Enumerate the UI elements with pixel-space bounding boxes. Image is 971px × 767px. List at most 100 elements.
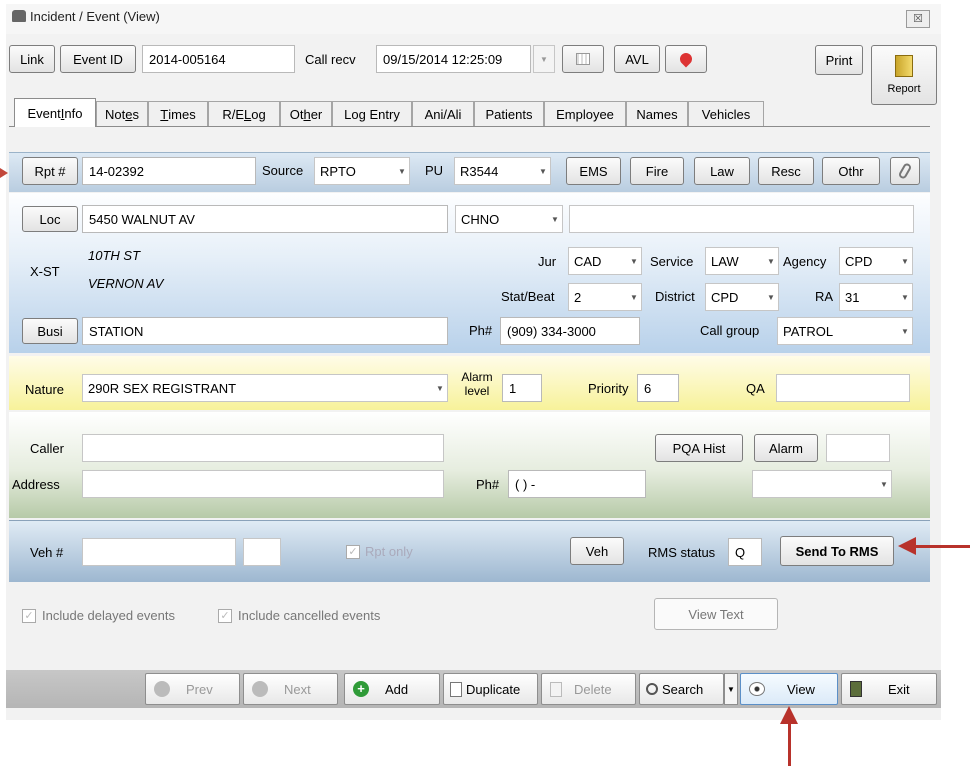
tab-notes[interactable]: Not e s [96,101,148,126]
tab-strip-line [9,126,930,127]
address-field[interactable] [82,470,444,498]
eye-icon [749,682,765,696]
event-id-field[interactable]: 2014-005164 [142,45,295,73]
next-button[interactable]: Next [243,673,338,705]
caller-phone-label: Ph# [476,477,500,492]
report-label: Report [887,83,921,95]
district-select[interactable]: CPD ▼ [705,283,779,311]
veh-button[interactable]: Veh [570,537,624,565]
event-id-button[interactable]: Event ID [60,45,136,73]
xst-label: X-ST [30,264,60,279]
tab-names[interactable]: Names [626,101,688,126]
pu-label: PU [425,163,444,178]
ra-select[interactable]: 31 ▼ [839,283,913,311]
chevron-down-icon: ▼ [539,166,547,176]
exit-door-icon [850,681,862,697]
view-button[interactable]: View [740,673,838,705]
tab-re-log[interactable]: R/E Log [208,101,280,126]
fire-button[interactable]: Fire [630,157,684,185]
source-select[interactable]: RPTO ▼ [314,157,410,185]
delete-button[interactable]: Delete [541,673,636,705]
alarm-level-field[interactable]: 1 [502,374,542,402]
tab-times[interactable]: Times [148,101,208,126]
search-dropdown-button[interactable]: ▼ [724,673,738,705]
view-text-button[interactable]: View Text [654,598,778,630]
phone-field[interactable]: (909) 334-3000 [500,317,640,345]
district-label: District [655,289,695,304]
map-pin-icon [677,50,695,68]
alarm-field[interactable] [826,434,890,462]
include-cancelled-checkbox[interactable]: ✓ Include cancelled events [218,608,380,623]
address-label: Address [12,477,60,492]
caller-field[interactable] [82,434,444,462]
pu-select[interactable]: R3544 ▼ [454,157,551,185]
caller-label: Caller [30,441,64,456]
qa-field[interactable] [776,374,910,402]
tab-log-entry[interactable]: Log Entry [332,101,412,126]
tab-event-info[interactable]: Event Info [14,98,96,127]
priority-field[interactable]: 6 [637,374,679,402]
search-button[interactable]: Search [639,673,724,705]
veh-number-field[interactable] [82,538,236,566]
statbeat-select[interactable]: 2 ▼ [568,283,642,311]
priority-label: Priority [588,381,629,396]
chevron-down-icon: ▼ [551,214,559,224]
veh-extra-field[interactable] [243,538,281,566]
annotation-arrow-send-rms-shaft [914,545,970,548]
chevron-down-icon: ▼ [436,383,444,393]
city-select[interactable]: CHNO ▼ [455,205,563,233]
location-extra-field[interactable] [569,205,914,233]
rpt-only-checkbox[interactable]: ✓ Rpt only [346,544,413,559]
avl-button[interactable]: AVL [614,45,660,73]
location-field[interactable]: 5450 WALNUT AV [82,205,448,233]
link-button[interactable]: Link [9,45,55,73]
search-icon [646,683,658,695]
tab-ani-ali[interactable]: Ani/Ali [412,101,474,126]
send-to-rms-button[interactable]: Send To RMS [780,536,894,566]
print-button[interactable]: Print [815,45,863,75]
rpt-number-field[interactable]: 14-02392 [82,157,256,185]
duplicate-button[interactable]: Duplicate [443,673,538,705]
nature-select[interactable]: 290R SEX REGISTRANT ▼ [82,374,448,402]
call-recv-field[interactable]: 09/15/2014 12:25:09 [376,45,531,73]
annotation-arrow-view-shaft [788,722,791,766]
tab-other[interactable]: Ot h er [280,101,332,126]
ra-label: RA [815,289,834,304]
caller-extra-select[interactable]: ▼ [752,470,892,498]
call-recv-dropdown-arrow[interactable]: ▼ [533,45,555,73]
close-button[interactable]: ☒ [906,10,930,28]
report-button[interactable]: Report [871,45,937,105]
attachment-button[interactable] [890,157,920,185]
add-button[interactable]: + Add [344,673,440,705]
loc-button[interactable]: Loc [22,206,78,232]
prev-button[interactable]: Prev [145,673,240,705]
ems-button[interactable]: EMS [566,157,621,185]
calendar-icon [576,53,590,65]
service-select[interactable]: LAW ▼ [705,247,779,275]
law-button[interactable]: Law [694,157,750,185]
othr-button[interactable]: Othr [822,157,880,185]
include-delayed-checkbox[interactable]: ✓ Include delayed events [22,608,175,623]
jur-label: Jur [538,254,557,269]
tab-employee[interactable]: Employee [544,101,626,126]
busi-button[interactable]: Busi [22,318,78,344]
alarm-button[interactable]: Alarm [754,434,818,462]
jur-select[interactable]: CAD ▼ [568,247,642,275]
rms-status-field[interactable]: Q [728,538,762,566]
caller-phone-field[interactable]: ( ) - [508,470,646,498]
pqa-hist-button[interactable]: PQA Hist [655,434,743,462]
chevron-down-icon: ▼ [901,326,909,336]
call-group-label: Call group [700,323,760,338]
map-pin-button[interactable] [665,45,707,73]
rpt-number-button[interactable]: Rpt # [22,157,78,185]
agency-select[interactable]: CPD ▼ [839,247,913,275]
business-field[interactable]: STATION [82,317,448,345]
exit-button[interactable]: Exit [841,673,937,705]
qa-label: QA [746,381,765,396]
chevron-down-icon: ▼ [630,256,638,266]
tab-vehicles[interactable]: Vehicles [688,101,764,126]
call-group-select[interactable]: PATROL ▼ [777,317,913,345]
resc-button[interactable]: Resc [758,157,814,185]
calendar-button[interactable] [562,45,604,73]
tab-patients[interactable]: Patients [474,101,544,126]
